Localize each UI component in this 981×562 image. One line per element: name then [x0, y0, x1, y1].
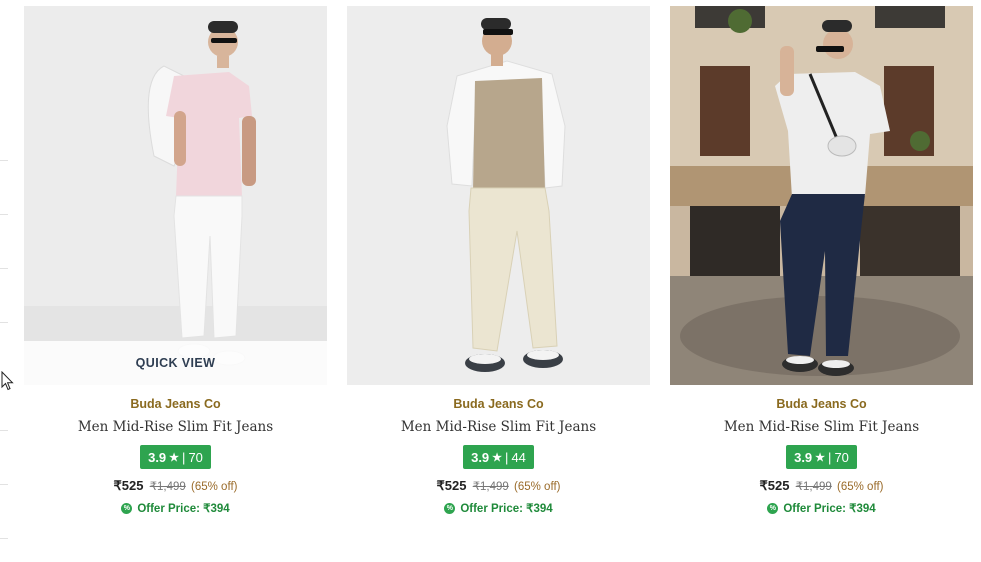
rating-count: 70 [834, 449, 849, 465]
mouse-cursor-icon [1, 371, 14, 391]
discount-percent: (65% off) [514, 481, 561, 493]
product-brand[interactable]: Buda Jeans Co [670, 396, 973, 412]
product-card[interactable]: Buda Jeans Co Men Mid-Rise Slim Fit Jean… [347, 6, 650, 516]
discount-percent: (65% off) [837, 481, 884, 493]
star-icon: ★ [815, 451, 826, 464]
price-row: ₹525 ₹1,499 (65% off) [24, 478, 327, 494]
price-row: ₹525 ₹1,499 (65% off) [347, 478, 650, 494]
product-info: Buda Jeans Co Men Mid-Rise Slim Fit Jean… [24, 396, 327, 516]
quick-view-button[interactable]: QUICK VIEW [24, 341, 327, 385]
offer-price: Offer Price: ₹394 [783, 503, 876, 515]
price-row: ₹525 ₹1,499 (65% off) [670, 478, 973, 494]
sidebar-edge-divider [0, 430, 8, 431]
rating-value: 3.9 [794, 449, 813, 465]
product-image[interactable]: QUICK VIEW [24, 6, 327, 385]
rating-separator: | [505, 449, 509, 465]
product-info: Buda Jeans Co Men Mid-Rise Slim Fit Jean… [670, 396, 973, 516]
discount-percent: (65% off) [191, 481, 238, 493]
sidebar-edge-divider [0, 214, 8, 215]
product-card[interactable]: Buda Jeans Co Men Mid-Rise Slim Fit Jean… [670, 6, 973, 516]
rating-count: 70 [188, 449, 203, 465]
product-brand[interactable]: Buda Jeans Co [347, 396, 650, 412]
selling-price: ₹525 [436, 478, 467, 493]
offer-price-row: % Offer Price: ₹394 [347, 500, 650, 516]
product-title[interactable]: Men Mid-Rise Slim Fit Jeans [670, 418, 973, 436]
sidebar-edge-divider [0, 268, 8, 269]
product-title[interactable]: Men Mid-Rise Slim Fit Jeans [24, 418, 327, 436]
star-icon: ★ [492, 451, 503, 464]
sidebar-edge-divider [0, 160, 8, 161]
star-icon: ★ [169, 451, 180, 464]
offer-price: Offer Price: ₹394 [460, 503, 553, 515]
product-grid-page: QUICK VIEW Buda Jeans Co Men Mid-Rise Sl… [0, 0, 981, 562]
rating-separator: | [828, 449, 832, 465]
sidebar-edge-divider [0, 322, 8, 323]
product-brand[interactable]: Buda Jeans Co [24, 396, 327, 412]
offer-price-row: % Offer Price: ₹394 [670, 500, 973, 516]
offer-price-row: % Offer Price: ₹394 [24, 500, 327, 516]
rating-badge: 3.9 ★ | 70 [140, 445, 211, 469]
product-info: Buda Jeans Co Men Mid-Rise Slim Fit Jean… [347, 396, 650, 516]
rating-count: 44 [511, 449, 526, 465]
product-image[interactable] [670, 6, 973, 385]
mrp-price: ₹1,499 [149, 481, 186, 493]
sidebar-edge-divider [0, 484, 8, 485]
rating-badge: 3.9 ★ | 44 [463, 445, 534, 469]
selling-price: ₹525 [113, 478, 144, 493]
percent-offer-icon: % [767, 502, 779, 514]
percent-offer-icon: % [121, 502, 133, 514]
percent-offer-icon: % [444, 502, 456, 514]
product-image[interactable] [347, 6, 650, 385]
rating-value: 3.9 [148, 449, 167, 465]
mrp-price: ₹1,499 [795, 481, 832, 493]
product-title[interactable]: Men Mid-Rise Slim Fit Jeans [347, 418, 650, 436]
rating-value: 3.9 [471, 449, 490, 465]
selling-price: ₹525 [759, 478, 790, 493]
rating-separator: | [182, 449, 186, 465]
rating-badge: 3.9 ★ | 70 [786, 445, 857, 469]
product-card[interactable]: QUICK VIEW Buda Jeans Co Men Mid-Rise Sl… [24, 6, 327, 516]
offer-price: Offer Price: ₹394 [137, 503, 230, 515]
mrp-price: ₹1,499 [472, 481, 509, 493]
sidebar-edge-divider [0, 538, 8, 539]
